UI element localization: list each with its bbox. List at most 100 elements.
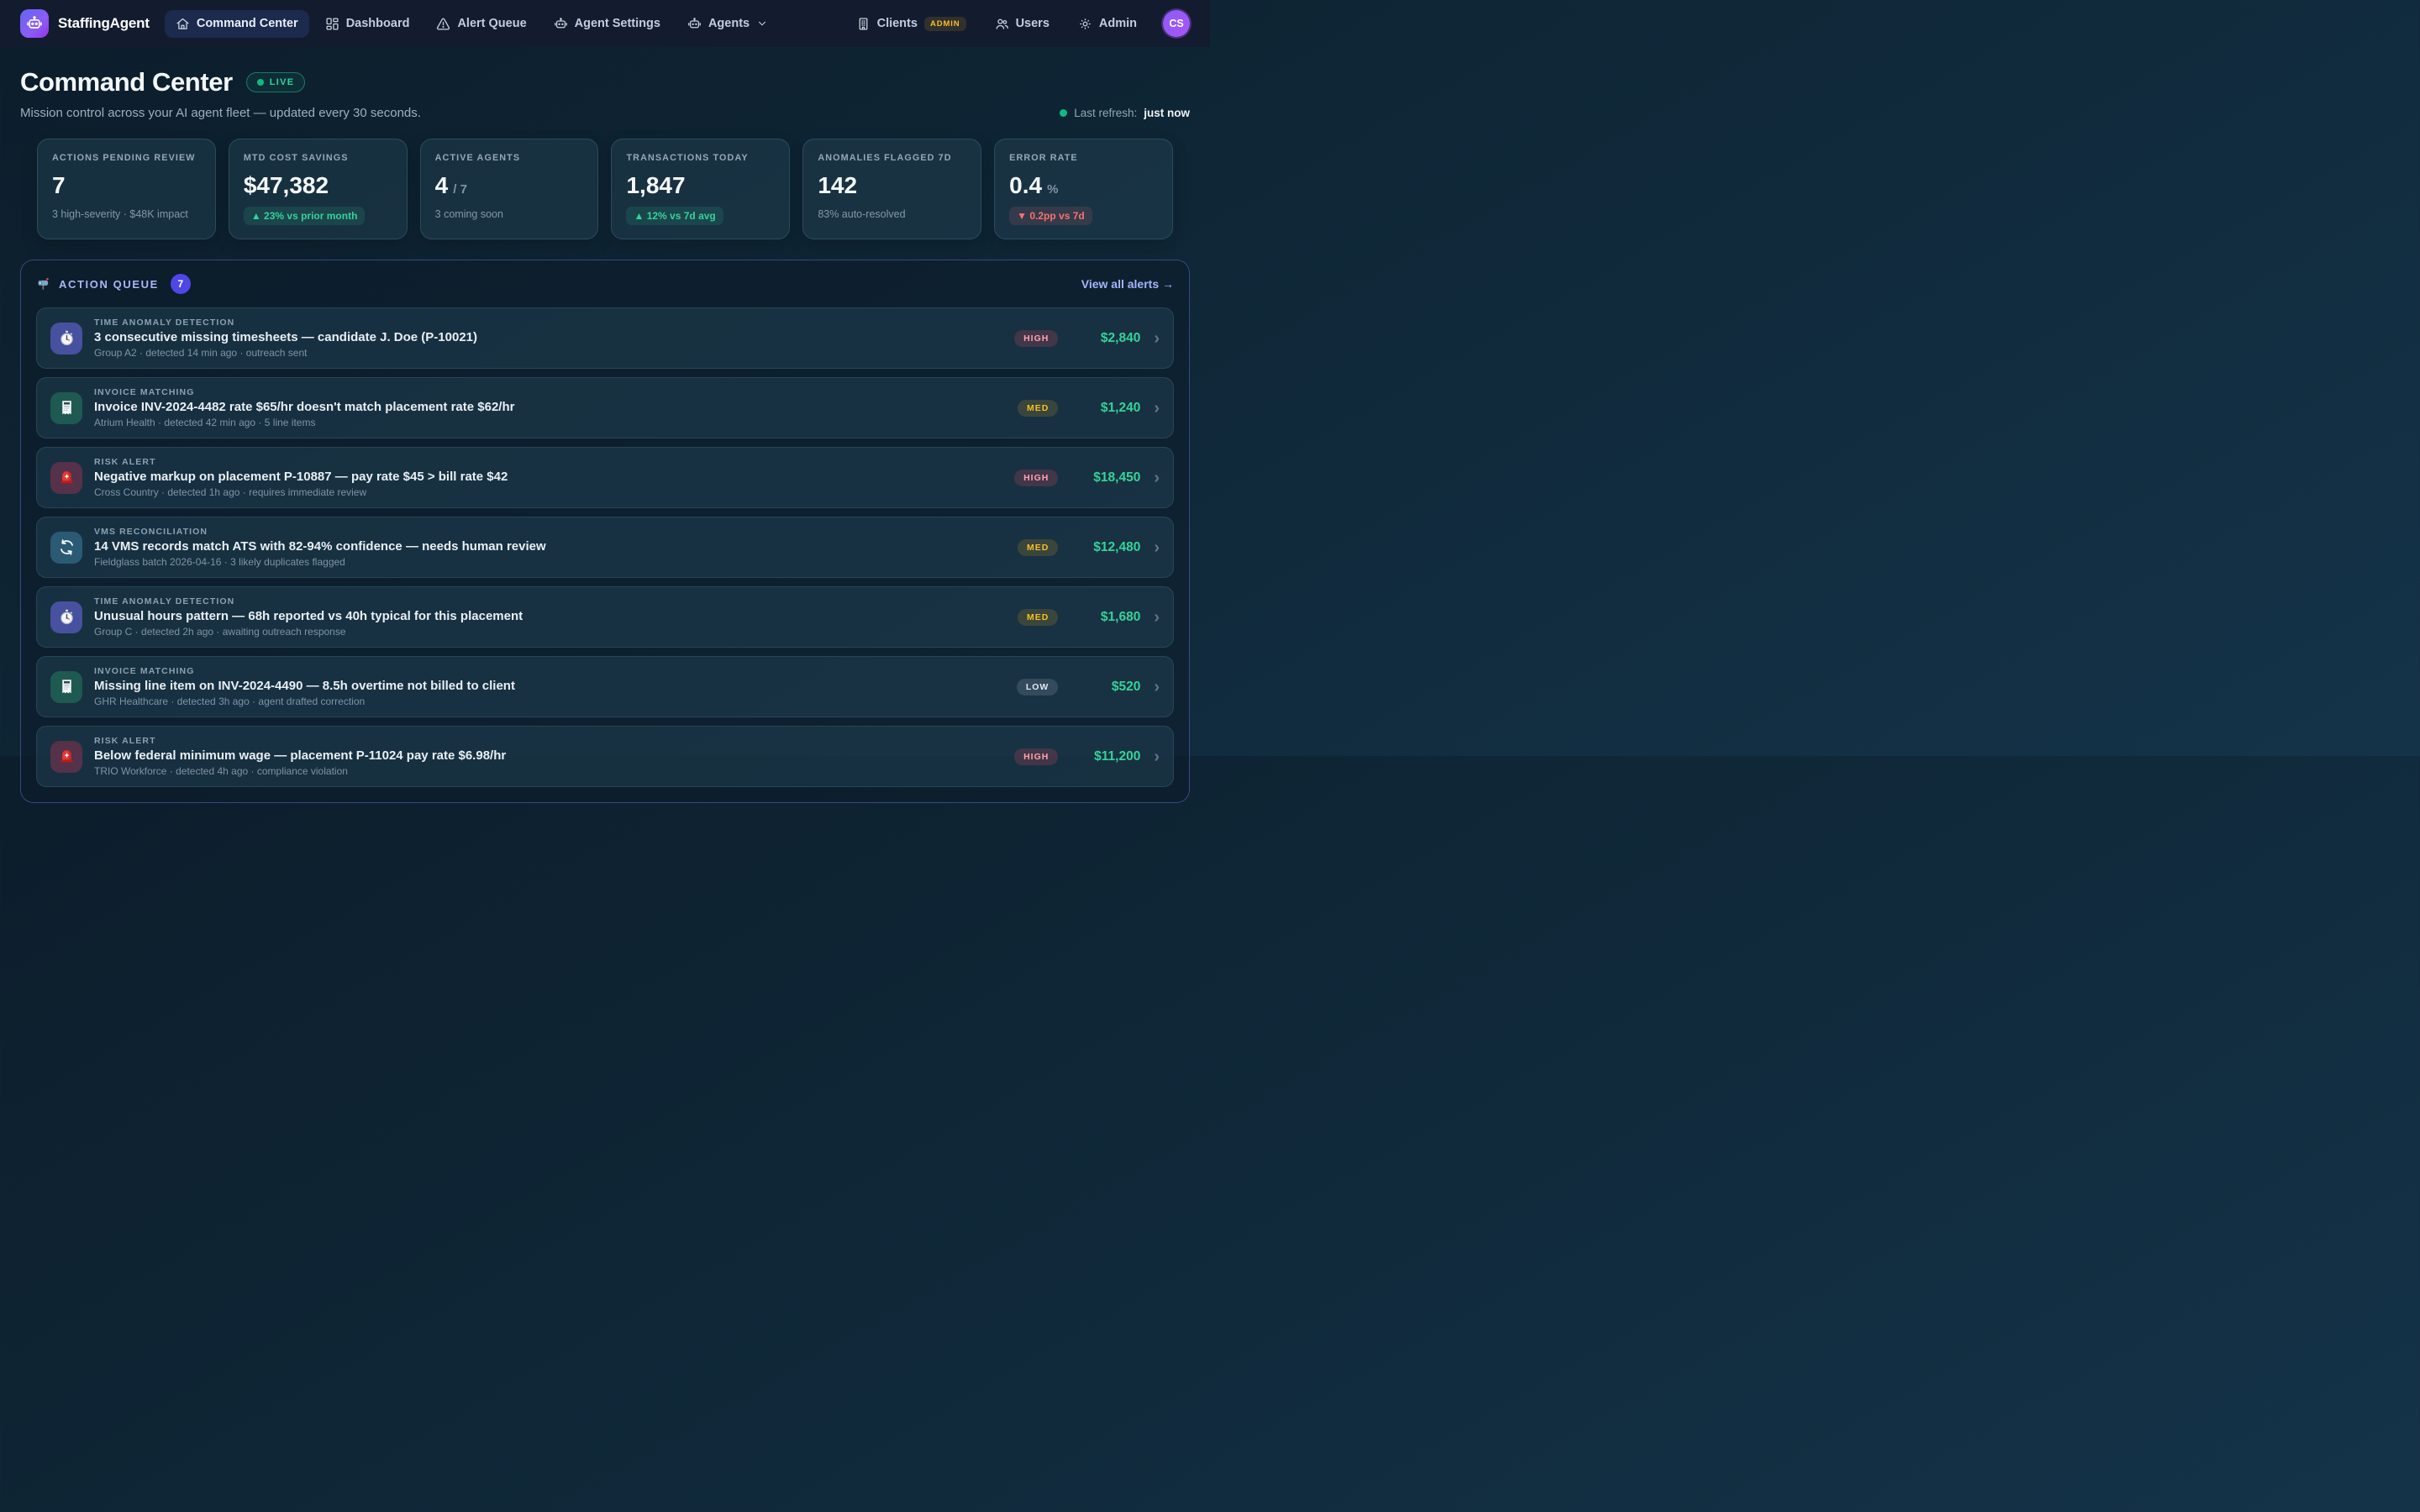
kpi-subtext: 83% auto-resolved [818, 208, 966, 220]
alert-category: TIME ANOMALY DETECTION [94, 318, 1002, 328]
chevron-down-icon [756, 18, 768, 29]
nav-item-agents[interactable]: Agents [676, 10, 779, 38]
nav-right: ClientsADMIN Users Admin CS [845, 10, 1190, 38]
alert-meta: Group C · detected 2h ago · awaiting out… [94, 626, 1006, 638]
nav-item-clients[interactable]: ClientsADMIN [845, 10, 977, 38]
impact-amount: $11,200 [1070, 749, 1140, 764]
receipt-icon [58, 678, 76, 696]
dashboard-grid-icon [325, 17, 339, 31]
alert-text: RISK ALERTBelow federal minimum wage — p… [94, 736, 1002, 777]
nav-item-label: Alert Queue [457, 17, 526, 30]
alert-row[interactable]: TIME ANOMALY DETECTIONUnusual hours patt… [36, 586, 1174, 648]
live-dot-icon [257, 79, 264, 86]
nav-item-command-center[interactable]: Command Center [165, 10, 309, 38]
alert-row[interactable]: RISK ALERTNegative markup on placement P… [36, 447, 1174, 508]
sync-icon [58, 538, 76, 556]
live-label: LIVE [270, 77, 295, 87]
kpi-card-error-rate: ERROR RATE0.4%▼ 0.2pp vs 7d [994, 139, 1173, 239]
brand[interactable]: StaffingAgent [20, 9, 150, 38]
nav-item-agent-settings[interactable]: Agent Settings [543, 10, 671, 38]
chevron-right-icon: › [1154, 748, 1160, 765]
impact-amount: $1,680 [1070, 610, 1140, 625]
page-title: Command Center [20, 67, 233, 97]
kpi-trend-pill: ▲ 23% vs prior month [244, 207, 366, 225]
kpi-label: MTD COST SAVINGS [244, 153, 392, 163]
alert-title: Invoice INV-2024-4482 rate $65/hr doesn'… [94, 400, 1006, 414]
page-subtitle: Mission control across your AI agent fle… [20, 106, 421, 120]
mailbox-icon [36, 277, 50, 291]
nav-item-label: Admin [1099, 17, 1137, 30]
stopwatch-icon [58, 608, 76, 626]
action-queue-count-badge: 7 [171, 274, 191, 294]
alert-icon-box [50, 741, 82, 773]
kpi-card-anomalies-flagged-7d: ANOMALIES FLAGGED 7D14283% auto-resolved [802, 139, 981, 239]
action-queue-panel: ACTION QUEUE 7 View all alerts → TIME AN… [20, 260, 1190, 803]
kpi-value-number: 4 [435, 172, 449, 199]
action-queue-list: TIME ANOMALY DETECTION 3 consecutive miss… [36, 307, 1174, 787]
kpi-value-number: 0.4 [1009, 172, 1042, 199]
nav-items: Command CenterDashboard Alert Queue Agent … [165, 10, 779, 38]
last-refresh-label: Last refresh: [1074, 107, 1137, 119]
nav-item-admin[interactable]: Admin [1067, 10, 1148, 38]
kpi-value-number: 7 [52, 172, 66, 199]
siren-icon [58, 469, 76, 486]
nav-item-users[interactable]: Users [984, 10, 1060, 38]
severity-badge: HIGH [1014, 748, 1058, 765]
chevron-right-icon: › [1154, 330, 1160, 347]
alert-meta: Fieldglass batch 2026-04-16 · 3 likely d… [94, 556, 1006, 568]
alert-meta: GHR Healthcare · detected 3h ago · agent… [94, 696, 1005, 707]
siren-icon [58, 748, 76, 765]
subtitle-row: Mission control across your AI agent fle… [20, 106, 1190, 120]
nav-item-label: Users [1016, 17, 1050, 30]
live-badge: LIVE [246, 72, 306, 92]
kpi-card-transactions-today: TRANSACTIONS TODAY1,847▲ 12% vs 7d avg [611, 139, 790, 239]
view-all-alerts-link[interactable]: View all alerts → [1081, 277, 1174, 291]
page-content: Command Center LIVE Mission control acro… [0, 47, 1210, 803]
alert-category: VMS RECONCILIATION [94, 527, 1006, 537]
alert-text: VMS RECONCILIATION14 VMS records match A… [94, 527, 1006, 568]
kpi-subtext: 3 coming soon [435, 208, 584, 220]
kpi-label: ACTIVE AGENTS [435, 153, 584, 163]
alert-row[interactable]: VMS RECONCILIATION14 VMS records match A… [36, 517, 1174, 578]
alert-row[interactable]: INVOICE MATCHING Invoice INV-2024-4482 ra… [36, 377, 1174, 438]
alert-row[interactable]: TIME ANOMALY DETECTION 3 consecutive miss… [36, 307, 1174, 369]
kpi-value: 4/ 7 [435, 172, 584, 199]
app-logo [20, 9, 49, 38]
action-queue-header: ACTION QUEUE 7 View all alerts → [36, 274, 1174, 294]
impact-amount: $18,450 [1070, 470, 1140, 486]
alert-title: Unusual hours pattern — 68h reported vs … [94, 609, 1006, 623]
robot-icon [687, 17, 702, 31]
refresh-dot-icon [1060, 109, 1067, 117]
last-refresh: Last refresh: just now [1060, 107, 1190, 119]
kpi-card-mtd-cost-savings: MTD COST SAVINGS$47,382▲ 23% vs prior mo… [229, 139, 408, 239]
impact-amount: $2,840 [1070, 331, 1140, 346]
user-avatar[interactable]: CS [1163, 10, 1190, 37]
action-queue-title: ACTION QUEUE 7 [36, 274, 191, 294]
alert-meta: Atrium Health · detected 42 min ago · 5 … [94, 417, 1006, 428]
kpi-card-actions-pending-review: ACTIONS PENDING REVIEW73 high-severity ·… [37, 139, 216, 239]
kpi-label: TRANSACTIONS TODAY [626, 153, 775, 163]
alert-triangle-icon [436, 17, 450, 31]
alert-category: RISK ALERT [94, 457, 1002, 467]
severity-badge: MED [1018, 609, 1058, 626]
alert-row[interactable]: INVOICE MATCHINGMissing line item on INV… [36, 656, 1174, 717]
alert-category: INVOICE MATCHING [94, 387, 1006, 397]
alert-row[interactable]: RISK ALERTBelow federal minimum wage — p… [36, 726, 1174, 787]
alert-meta: TRIO Workforce · detected 4h ago · compl… [94, 765, 1002, 777]
nav-item-dashboard[interactable]: Dashboard [314, 10, 421, 38]
alert-text: RISK ALERTNegative markup on placement P… [94, 457, 1002, 498]
severity-badge: HIGH [1014, 330, 1058, 347]
severity-badge: HIGH [1014, 470, 1058, 486]
alert-title: 3 consecutive missing timesheets — candi… [94, 330, 1002, 344]
alert-icon-box [50, 392, 82, 424]
impact-amount: $520 [1070, 680, 1140, 695]
impact-amount: $12,480 [1070, 540, 1140, 555]
kpi-trend-pill: ▼ 0.2pp vs 7d [1009, 207, 1092, 225]
alert-text: TIME ANOMALY DETECTION 3 consecutive miss… [94, 318, 1002, 359]
kpi-row: ACTIONS PENDING REVIEW73 high-severity ·… [37, 139, 1173, 239]
alert-icon-box [50, 323, 82, 354]
kpi-label: ANOMALIES FLAGGED 7D [818, 153, 966, 163]
nav-item-alert-queue[interactable]: Alert Queue [425, 10, 537, 38]
severity-badge: LOW [1017, 679, 1059, 696]
severity-badge: MED [1018, 539, 1058, 556]
